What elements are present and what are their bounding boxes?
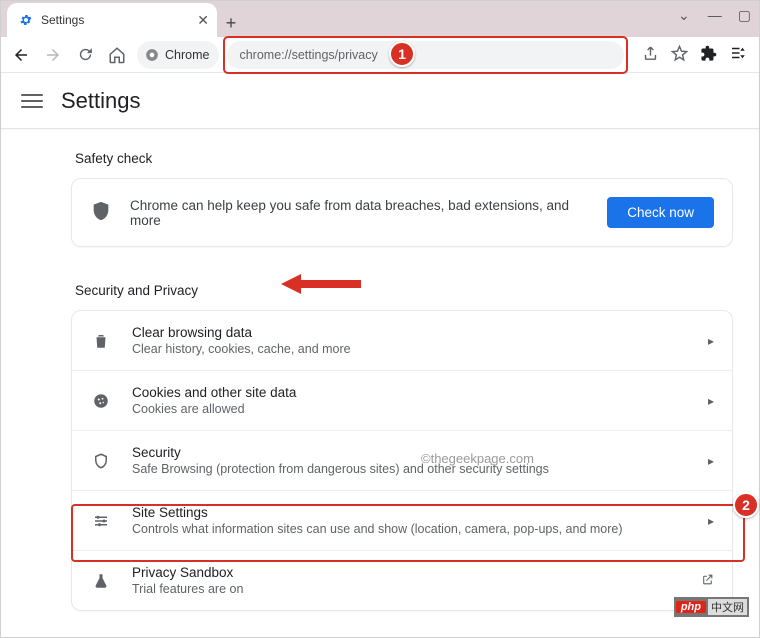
url-text: chrome://settings/privacy	[239, 48, 377, 62]
shield-icon	[90, 200, 112, 225]
footer-cn: 中文网	[708, 599, 747, 615]
row-subtitle: Cookies are allowed	[132, 402, 688, 416]
security-privacy-list: Clear browsing data Clear history, cooki…	[71, 310, 733, 611]
sliders-icon	[90, 512, 112, 530]
gear-icon	[19, 13, 33, 27]
row-subtitle: Trial features are on	[132, 582, 681, 596]
safety-check-card: Chrome can help keep you safe from data …	[71, 178, 733, 247]
row-title: Security	[132, 445, 688, 460]
chevron-right-icon: ▸	[708, 514, 714, 528]
browser-navbar: Chrome chrome://settings/privacy	[1, 37, 759, 73]
origin-label: Chrome	[165, 48, 209, 62]
chevron-down-icon[interactable]: ⌄	[678, 7, 690, 24]
row-subtitle: Clear history, cookies, cache, and more	[132, 342, 688, 356]
minimize-icon[interactable]: —	[708, 7, 720, 24]
chevron-right-icon: ▸	[708, 334, 714, 348]
row-clear-browsing-data[interactable]: Clear browsing data Clear history, cooki…	[72, 311, 732, 371]
trash-icon	[90, 332, 112, 350]
browser-tabstrip: Settings ✕ + ⌄ — ▢	[1, 1, 759, 37]
flask-icon	[90, 572, 112, 590]
row-subtitle: Controls what information sites can use …	[132, 522, 688, 536]
origin-chip[interactable]: Chrome	[137, 41, 219, 69]
safety-check-heading: Safety check	[75, 151, 733, 166]
row-title: Site Settings	[132, 505, 688, 520]
footer-brand: php	[676, 601, 706, 613]
new-tab-button[interactable]: +	[217, 9, 245, 37]
cookie-icon	[90, 392, 112, 410]
row-cookies[interactable]: Cookies and other site data Cookies are …	[72, 371, 732, 431]
chrome-icon	[145, 48, 159, 62]
row-privacy-sandbox[interactable]: Privacy Sandbox Trial features are on	[72, 551, 732, 610]
annotation-badge-1: 1	[389, 41, 415, 67]
maximize-icon[interactable]: ▢	[738, 7, 751, 24]
share-icon[interactable]	[642, 45, 659, 65]
row-subtitle: Safe Browsing (protection from dangerous…	[132, 462, 688, 476]
window-controls: ⌄ — ▢	[678, 7, 751, 24]
chevron-right-icon: ▸	[708, 394, 714, 408]
shield-outline-icon	[90, 452, 112, 470]
address-bar[interactable]: chrome://settings/privacy	[227, 41, 624, 69]
forward-button[interactable]	[41, 43, 65, 67]
back-button[interactable]	[9, 43, 33, 67]
safety-check-text: Chrome can help keep you safe from data …	[130, 198, 589, 228]
settings-content: Safety check Chrome can help keep you sa…	[1, 129, 759, 611]
tab-title: Settings	[41, 13, 189, 27]
annotation-arrow	[281, 271, 361, 297]
open-in-new-icon	[701, 573, 714, 589]
reload-button[interactable]	[73, 43, 97, 67]
home-button[interactable]	[105, 43, 129, 67]
check-now-button[interactable]: Check now	[607, 197, 714, 228]
row-title: Privacy Sandbox	[132, 565, 681, 580]
row-title: Cookies and other site data	[132, 385, 688, 400]
row-security[interactable]: Security Safe Browsing (protection from …	[72, 431, 732, 491]
page-title: Settings	[61, 88, 141, 114]
extensions-icon[interactable]	[700, 45, 717, 65]
bookmark-icon[interactable]	[671, 45, 688, 65]
chevron-right-icon: ▸	[708, 454, 714, 468]
row-site-settings[interactable]: Site Settings Controls what information …	[72, 491, 732, 551]
menu-button[interactable]	[21, 90, 43, 112]
close-tab-icon[interactable]: ✕	[197, 12, 209, 29]
row-title: Clear browsing data	[132, 325, 688, 340]
reading-list-icon[interactable]	[729, 44, 747, 65]
footer-brand-tag: php 中文网	[674, 597, 749, 617]
security-privacy-heading: Security and Privacy	[75, 283, 198, 298]
settings-header: Settings	[1, 73, 759, 129]
browser-tab[interactable]: Settings ✕	[7, 3, 217, 37]
annotation-badge-2: 2	[733, 492, 759, 518]
